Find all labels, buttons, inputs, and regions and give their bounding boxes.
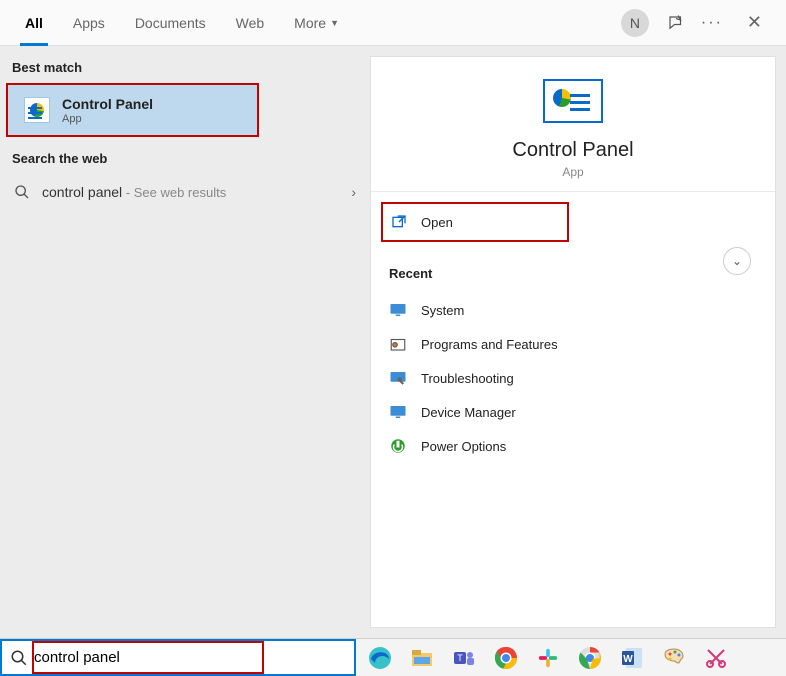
recent-item-label: Troubleshooting [421, 371, 514, 386]
tab-all[interactable]: All [10, 0, 58, 46]
chevron-down-icon: ⌄ [732, 254, 742, 268]
details-subtitle: App [562, 165, 583, 179]
paint-icon[interactable] [660, 644, 688, 672]
open-icon [391, 214, 407, 230]
search-web-heading: Search the web [0, 137, 370, 174]
svg-text:W: W [623, 654, 633, 665]
search-header: All Apps Documents Web More ▼ N ··· ✕ [0, 0, 786, 46]
best-match-item[interactable]: Control Panel App [6, 83, 259, 137]
snip-icon[interactable] [702, 644, 730, 672]
recent-item-system[interactable]: System [389, 293, 757, 327]
recent-item-label: Device Manager [421, 405, 516, 420]
tab-apps[interactable]: Apps [58, 0, 120, 46]
main-area: Best match Control Panel App Search the … [0, 46, 786, 638]
chrome-alt-icon[interactable] [576, 644, 604, 672]
recent-section: Recent System Programs and Features [371, 242, 775, 463]
control-panel-large-icon [543, 79, 603, 123]
recent-item-programs[interactable]: Programs and Features [389, 327, 757, 361]
power-icon [389, 437, 407, 455]
web-search-text: control panel - See web results [42, 184, 226, 200]
details-header: Control Panel App [371, 57, 775, 192]
recent-item-label: Programs and Features [421, 337, 558, 352]
taskbar: T W [356, 639, 786, 676]
results-panel: Best match Control Panel App Search the … [0, 46, 370, 638]
wrench-icon [389, 369, 407, 387]
svg-text:T: T [457, 653, 463, 663]
best-match-text: Control Panel App [62, 96, 153, 125]
monitor-icon [389, 301, 407, 319]
recent-item-label: Power Options [421, 439, 506, 454]
web-search-query: control panel [42, 184, 122, 200]
best-match-subtitle: App [62, 113, 153, 125]
open-action[interactable]: Open [381, 202, 569, 242]
expand-button[interactable]: ⌄ [723, 247, 751, 275]
search-icon [10, 649, 28, 667]
tab-more[interactable]: More ▼ [279, 0, 354, 46]
filter-tabs: All Apps Documents Web More ▼ [10, 0, 354, 46]
file-explorer-icon[interactable] [408, 644, 436, 672]
search-box[interactable] [0, 639, 356, 676]
best-match-title: Control Panel [62, 96, 153, 112]
recent-item-label: System [421, 303, 464, 318]
web-search-suffix: - See web results [122, 185, 226, 200]
slack-icon[interactable] [534, 644, 562, 672]
recent-item-troubleshooting[interactable]: Troubleshooting [389, 361, 757, 395]
header-actions: N ··· ✕ [621, 8, 776, 37]
close-button[interactable]: ✕ [739, 8, 770, 37]
word-icon[interactable]: W [618, 644, 646, 672]
edge-icon[interactable] [366, 644, 394, 672]
search-icon [14, 184, 30, 200]
open-label: Open [421, 215, 453, 230]
recent-item-device-manager[interactable]: Device Manager [389, 395, 757, 429]
chevron-right-icon: › [351, 184, 356, 200]
user-avatar[interactable]: N [621, 9, 649, 37]
tab-web[interactable]: Web [221, 0, 280, 46]
teams-icon[interactable]: T [450, 644, 478, 672]
recent-heading: Recent [389, 266, 757, 281]
search-input[interactable] [34, 649, 346, 666]
chrome-icon[interactable] [492, 644, 520, 672]
recent-item-power-options[interactable]: Power Options [389, 429, 757, 463]
bottom-bar: T W [0, 638, 786, 676]
details-panel: Control Panel App Open ⌄ Recent System [370, 56, 776, 628]
best-match-heading: Best match [0, 46, 370, 83]
web-search-result[interactable]: control panel - See web results › [0, 174, 370, 210]
box-icon [389, 335, 407, 353]
details-title: Control Panel [512, 139, 633, 162]
more-options-icon[interactable]: ··· [703, 14, 721, 32]
caret-down-icon: ▼ [330, 18, 339, 28]
details-panel-wrapper: Control Panel App Open ⌄ Recent System [370, 46, 786, 638]
tab-documents[interactable]: Documents [120, 0, 221, 46]
tab-more-label: More [294, 15, 326, 31]
monitor-icon [389, 403, 407, 421]
feedback-icon[interactable] [667, 14, 685, 32]
control-panel-icon [24, 97, 50, 123]
